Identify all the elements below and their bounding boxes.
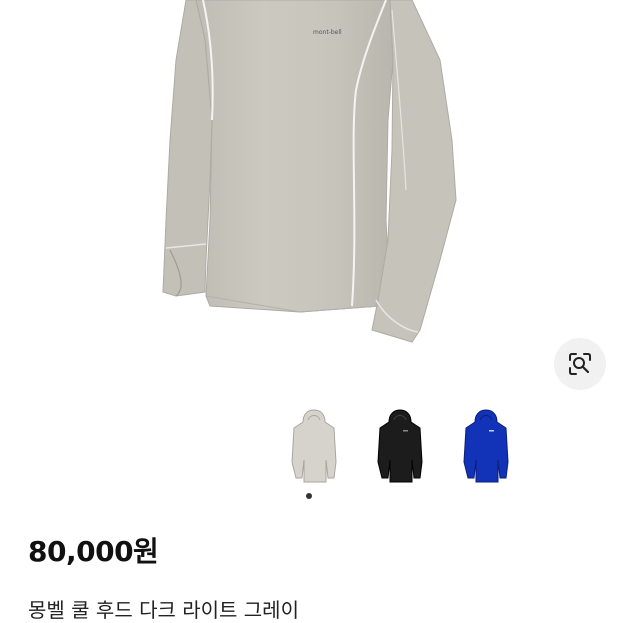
carousel-indicator — [306, 493, 314, 501]
variant-thumbnail-light-gray[interactable] — [284, 404, 344, 488]
brand-logo: mont-bell — [313, 29, 342, 36]
product-title: 몽벨 쿨 후드 다크 라이트 그레이 — [28, 598, 299, 622]
color-variant-thumbnails — [278, 404, 528, 488]
carousel-dot-active — [306, 493, 312, 499]
image-search-button[interactable] — [554, 338, 606, 390]
variant-thumbnail-blue[interactable] — [456, 404, 516, 488]
variant-thumbnail-black[interactable] — [370, 404, 430, 488]
product-price: 80,000원 — [28, 535, 159, 568]
product-main-image[interactable]: mont-bell — [0, 0, 620, 400]
hoodie-illustration: mont-bell — [162, 0, 457, 343]
lens-icon — [569, 353, 591, 375]
